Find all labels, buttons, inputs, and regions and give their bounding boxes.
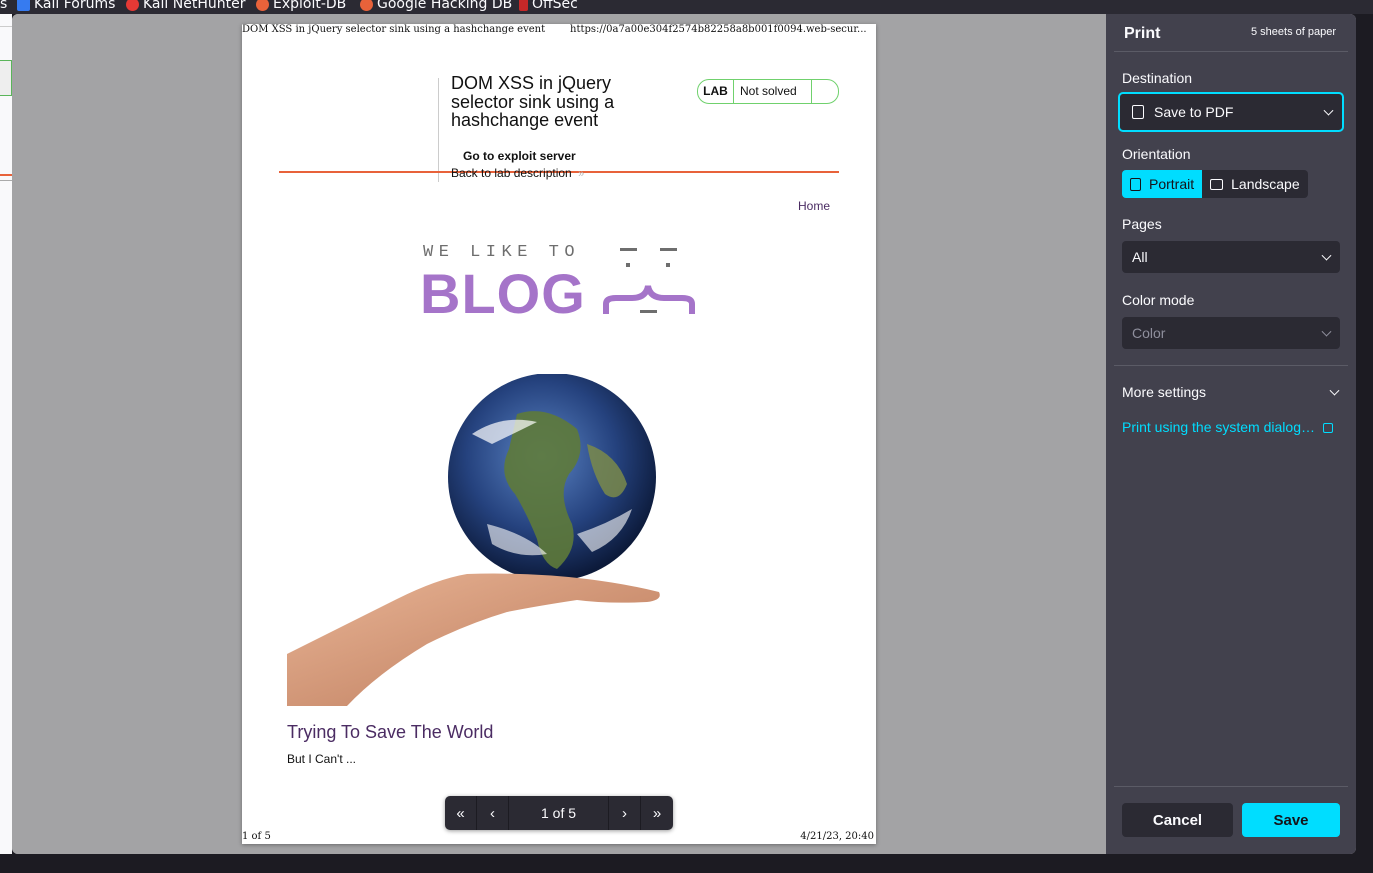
back-link-text: Back to lab description xyxy=(451,166,572,180)
page-footer-date: 4/21/23, 20:40 xyxy=(800,831,874,842)
destination-label: Destination xyxy=(1122,70,1193,86)
portrait-option[interactable]: Portrait xyxy=(1122,170,1203,198)
panel-divider xyxy=(1114,786,1348,787)
lab-header-divider xyxy=(438,78,439,182)
more-settings-toggle[interactable]: More settings xyxy=(1122,384,1342,400)
bookmark-kali-forums[interactable]: Kali Forums xyxy=(17,0,115,12)
portrait-label: Portrait xyxy=(1149,176,1195,192)
exploit-server-link: Go to exploit server xyxy=(463,149,576,163)
print-dialog: DOM XSS in jQuery selector sink using a … xyxy=(12,14,1356,854)
pages-value: All xyxy=(1132,249,1148,265)
sheet-count: 5 sheets of paper xyxy=(1250,26,1336,38)
lab-status-text: Not solved xyxy=(740,84,797,98)
background-divider xyxy=(0,26,12,27)
bookmark-label: OffSec xyxy=(532,0,578,12)
exploitdb-icon xyxy=(360,0,373,11)
exploitdb-icon xyxy=(256,0,269,11)
blog-tagline: WE LIKE TO xyxy=(423,243,581,262)
bookmark-kali-nethunter[interactable]: Kali NetHunter xyxy=(126,0,245,12)
first-page-button[interactable]: « xyxy=(445,796,477,830)
bookmark-label: Kali Forums xyxy=(34,0,116,12)
bookmark-label: Exploit-DB xyxy=(273,0,347,12)
page-header-title: DOM XSS in jQuery selector sink using a … xyxy=(242,24,546,35)
more-settings-label: More settings xyxy=(1122,384,1207,400)
system-dialog-label: Print using the system dialog… xyxy=(1122,419,1315,435)
color-mode-label: Color mode xyxy=(1122,292,1195,308)
blog-wordmark: BLOG xyxy=(420,262,586,325)
panel-divider xyxy=(1114,365,1348,366)
post-image xyxy=(287,374,660,706)
orientation-label: Orientation xyxy=(1122,146,1191,162)
bookmarks-toolbar: s Kali Forums Kali NetHunter Exploit-DB … xyxy=(0,0,1373,14)
bookmark-partial[interactable]: s xyxy=(0,0,7,12)
destination-value: Save to PDF xyxy=(1154,104,1234,120)
chevron-down-icon xyxy=(1329,385,1340,396)
cancel-button[interactable]: Cancel xyxy=(1122,803,1233,837)
page-footer-count: 1 of 5 xyxy=(242,831,271,842)
double-chevron-icon: » xyxy=(575,168,585,180)
bookmark-label: Kali NetHunter xyxy=(143,0,246,12)
bookmark-label: Google Hacking DB xyxy=(377,0,513,12)
background-button xyxy=(0,60,12,96)
lab-status-badge: LAB Not solved xyxy=(697,79,839,104)
chevron-down-icon xyxy=(1321,326,1332,337)
chevron-down-icon xyxy=(1323,105,1334,116)
background-orange-line xyxy=(0,174,12,176)
landscape-option[interactable]: Landscape xyxy=(1202,170,1308,198)
bookmark-label: s xyxy=(0,0,8,12)
external-link-icon xyxy=(1322,423,1333,433)
post-title: Trying To Save The World xyxy=(287,722,494,742)
background-divider xyxy=(0,180,12,181)
next-page-button[interactable]: › xyxy=(609,796,641,830)
print-title: Print xyxy=(1124,25,1161,42)
lab-badge-label: LAB xyxy=(698,80,734,103)
lab-title: DOM XSS in jQuery selector sink using a … xyxy=(451,73,615,130)
bookmark-exploit-db[interactable]: Exploit-DB xyxy=(256,0,346,12)
back-to-lab-link: Back to lab description » xyxy=(451,166,584,180)
system-dialog-link[interactable]: Print using the system dialog… xyxy=(1122,419,1333,435)
background-page xyxy=(0,14,12,873)
orientation-toggle: Portrait Landscape xyxy=(1122,170,1308,198)
document-icon xyxy=(1132,105,1144,119)
page-navigation: « ‹ 1 of 5 › » xyxy=(445,796,673,830)
landscape-icon xyxy=(1210,178,1224,190)
offsec-icon xyxy=(519,0,528,11)
color-mode-select: Color xyxy=(1122,317,1340,349)
kali-icon xyxy=(17,0,30,11)
portrait-icon xyxy=(1130,177,1141,191)
panel-divider xyxy=(1114,51,1348,52)
color-mode-value: Color xyxy=(1132,325,1166,341)
landscape-label: Landscape xyxy=(1231,176,1300,192)
preview-page: DOM XSS in jQuery selector sink using a … xyxy=(242,24,876,844)
bookmark-google-hacking-db[interactable]: Google Hacking DB xyxy=(360,0,512,12)
pages-select[interactable]: All xyxy=(1122,241,1340,273)
print-settings-panel: Print 5 sheets of paper Destination Save… xyxy=(1106,14,1356,854)
blog-face-logo-icon xyxy=(603,248,695,314)
save-button[interactable]: Save xyxy=(1242,803,1340,837)
destination-select[interactable]: Save to PDF xyxy=(1118,92,1344,132)
bookmark-offsec[interactable]: OffSec xyxy=(519,0,578,12)
window-bottom-strip xyxy=(0,854,1373,873)
home-link: Home xyxy=(798,199,831,213)
print-preview-area[interactable]: DOM XSS in jQuery selector sink using a … xyxy=(12,14,1106,854)
page-number-indicator[interactable]: 1 of 5 xyxy=(509,796,609,830)
previous-page-button[interactable]: ‹ xyxy=(477,796,509,830)
pages-label: Pages xyxy=(1122,216,1162,232)
badge-separator xyxy=(811,80,812,103)
post-subtitle: But I Can't ... xyxy=(287,752,356,766)
last-page-button[interactable]: » xyxy=(641,796,673,830)
page-header-url: https://0a7a00e304f2574b82258a8b001f0094… xyxy=(570,24,867,35)
nethunter-icon xyxy=(126,0,139,11)
chevron-down-icon xyxy=(1321,250,1332,261)
